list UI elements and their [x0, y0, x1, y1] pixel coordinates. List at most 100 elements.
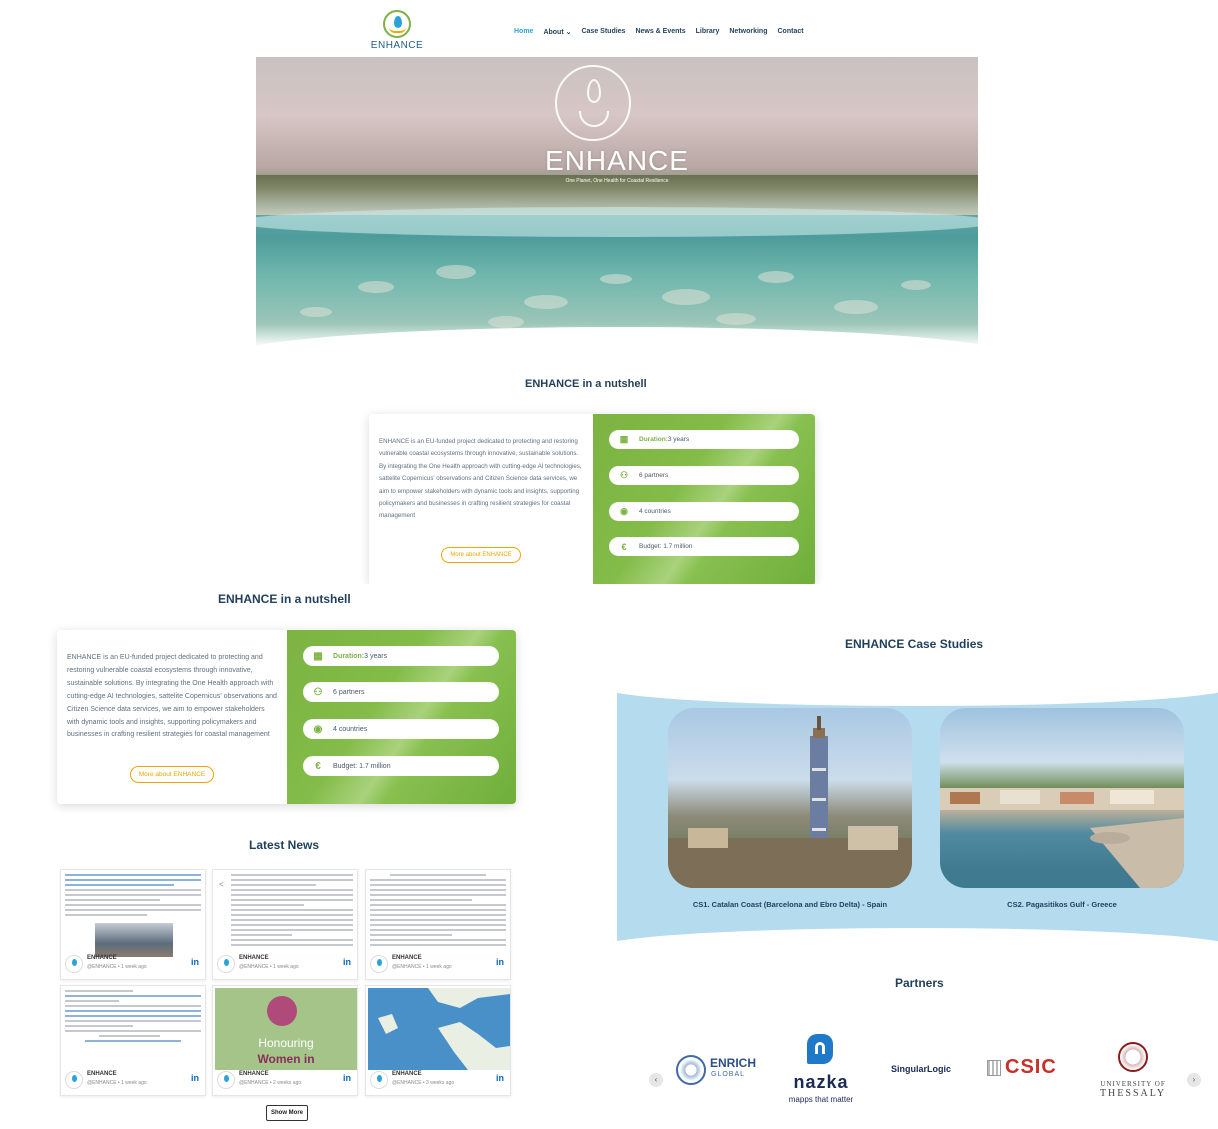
partner-singularlogic-logo[interactable]: SingularLogic — [891, 1064, 951, 1074]
news-card-footer: ENHANCE @ENHANCE • 1 week ago in — [65, 1069, 201, 1091]
more-about-button-zoomed[interactable]: More about ENHANCE — [130, 766, 214, 783]
news-card-3[interactable]: ENHANCE @ENHANCE • 1 week ago in — [365, 869, 511, 980]
nazka-mark-icon — [807, 1034, 833, 1064]
fact-budget-value: Budget: 1.7 million — [639, 543, 693, 550]
main-nav: Home About ⌄ Case Studies News & Events … — [514, 28, 804, 36]
partners-icon: ⚇ — [313, 686, 323, 698]
news-post-text — [65, 990, 201, 1045]
news-meta: @ENHANCE • 1 week ago — [87, 1080, 147, 1086]
linkedin-icon[interactable]: in — [496, 1073, 504, 1083]
nav-home[interactable]: Home — [514, 28, 533, 36]
hero-subtitle: One Planet, One Health for Coastal Resil… — [565, 178, 669, 184]
nav-networking[interactable]: Networking — [729, 28, 767, 36]
nutshell-card-zoomed: ENHANCE is an EU-funded project dedicate… — [57, 630, 516, 804]
fact-countries-value: 4 countries — [639, 508, 671, 515]
fact-duration-value: 3 years — [667, 436, 690, 443]
logo-emblem-icon — [383, 10, 411, 38]
fact-duration-zoomed: ▦ Duration: 3 years — [303, 646, 499, 666]
news-post-text — [231, 874, 353, 949]
nazka-tagline: mapps that matter — [788, 1095, 854, 1104]
map-graphic — [368, 988, 510, 1070]
globe-icon: ◉ — [620, 506, 628, 516]
news-card-5[interactable]: Honouring Women in ENHANCE @ENHANCE • 2 … — [212, 985, 358, 1096]
news-card-6[interactable]: ENHANCE @ENHANCE • 3 weeks ago in — [365, 985, 511, 1096]
enhance-avatar-icon — [370, 1071, 388, 1089]
partners-icon: ⚇ — [619, 470, 629, 480]
nav-contact[interactable]: Contact — [778, 28, 804, 36]
fact-countries: ◉ 4 countries — [609, 502, 799, 521]
nav-news-events[interactable]: News & Events — [635, 28, 685, 36]
nav-about[interactable]: About ⌄ — [543, 28, 571, 36]
linkedin-icon[interactable]: in — [191, 1073, 199, 1083]
news-post-map — [368, 988, 510, 1070]
enhance-avatar-icon — [370, 955, 388, 973]
news-author: ENHANCE — [87, 955, 117, 961]
news-meta: @ENHANCE • 1 week ago — [392, 964, 452, 970]
fact-budget-zoomed: € Budget: 1.7 million — [303, 756, 499, 776]
band-top-wave — [597, 666, 1218, 706]
honouring-subtitle: Women in — [257, 1052, 315, 1066]
enhance-avatar-icon — [65, 955, 83, 973]
partner-nazka-logo[interactable]: nazka mapps that matter — [778, 1034, 868, 1108]
nazka-name: nazka — [793, 1072, 849, 1092]
case-study-pagasitikos-image[interactable] — [940, 708, 1184, 888]
partner-csic-logo[interactable]: CSIC — [985, 1056, 1075, 1086]
csic-name: CSIC — [1005, 1056, 1057, 1078]
case-study-pagasitikos-label[interactable]: CS2. Pagasitikos Gulf - Greece — [940, 900, 1184, 909]
share-icon[interactable]: < — [219, 880, 224, 889]
flask-icon — [267, 996, 297, 1026]
nutshell-description-zoomed: ENHANCE is an EU-funded project dedicate… — [67, 654, 277, 739]
enrich-sub: GLOBAL — [711, 1071, 746, 1078]
linkedin-icon[interactable]: in — [343, 957, 351, 967]
thessaly-line2: THESSALY — [1099, 1088, 1167, 1099]
news-card-footer: ENHANCE @ENHANCE • 1 week ago in — [370, 953, 506, 975]
news-card-1[interactable]: ENHANCE @ENHANCE • 1 week ago in — [60, 869, 206, 980]
nutshell-facts-panel-zoomed: ▦ Duration: 3 years ⚇ 6 partners ◉ 4 cou… — [287, 630, 516, 804]
news-author: ENHANCE — [239, 955, 269, 961]
partners-heading: Partners — [895, 976, 944, 990]
enrich-name: ENRICH — [710, 1056, 757, 1070]
band-bottom-wave — [597, 928, 1218, 968]
news-post-text — [65, 874, 201, 919]
news-author: ENHANCE — [392, 1071, 422, 1077]
more-about-button[interactable]: More about ENHANCE — [441, 547, 521, 563]
euro-icon: € — [621, 541, 627, 552]
news-card-4[interactable]: ENHANCE @ENHANCE • 1 week ago in — [60, 985, 206, 1096]
fact-partners-value: 6 partners — [639, 472, 669, 479]
logo-text: ENHANCE — [370, 40, 424, 51]
fact-countries-zoomed: ◉ 4 countries — [303, 719, 499, 739]
hero-banner: ENHANCE One Planet, One Health for Coast… — [256, 57, 978, 347]
nutshell-card: ENHANCE is an EU-funded project dedicate… — [369, 414, 815, 586]
nutshell-heading: ENHANCE in a nutshell — [525, 378, 647, 390]
nav-library[interactable]: Library — [696, 28, 720, 36]
partner-thessaly-logo[interactable]: UNIVERSITY OF THESSALY — [1090, 1042, 1180, 1102]
news-post-text — [370, 874, 506, 949]
news-meta: @ENHANCE • 2 weeks ago — [239, 1080, 302, 1086]
thessaly-line1: UNIVERSITY OF — [1100, 1080, 1166, 1088]
linkedin-icon[interactable]: in — [191, 957, 199, 967]
nutshell-description: ENHANCE is an EU-funded project dedicate… — [379, 438, 582, 520]
linkedin-icon[interactable]: in — [343, 1073, 351, 1083]
linkedin-icon[interactable]: in — [496, 957, 504, 967]
partners-prev-arrow[interactable]: ‹ — [649, 1073, 663, 1087]
calendar-icon: ▦ — [619, 434, 629, 444]
fact-duration-key: Duration: — [639, 436, 668, 443]
site-logo[interactable]: ENHANCE — [366, 10, 428, 51]
fact-partners-value-zoomed: 6 partners — [333, 688, 365, 696]
news-meta: @ENHANCE • 1 week ago — [87, 964, 147, 970]
nav-case-studies[interactable]: Case Studies — [581, 28, 625, 36]
hero-title: ENHANCE — [545, 145, 689, 176]
csic-emblem-icon — [987, 1060, 1001, 1076]
hero-emblem-icon — [555, 65, 631, 141]
partner-enrich-logo[interactable]: ENRICH GLOBAL — [676, 1053, 766, 1089]
news-card-2[interactable]: < ENHANCE @ENHANCE • 1 week ago in — [212, 869, 358, 980]
news-post-image: Honouring Women in — [215, 988, 357, 1070]
case-studies-heading: ENHANCE Case Studies — [845, 637, 984, 651]
fact-budget: € Budget: 1.7 million — [609, 537, 799, 556]
nutshell-facts-panel: ▦ Duration: 3 years ⚇ 6 partners ◉ 4 cou… — [593, 414, 815, 586]
case-study-barcelona-image[interactable] — [668, 708, 912, 888]
site-header: ENHANCE Home About ⌄ Case Studies News &… — [0, 0, 1218, 58]
show-more-button[interactable]: Show More — [266, 1105, 308, 1121]
case-study-barcelona-label[interactable]: CS1. Catalan Coast (Barcelona and Ebro D… — [664, 900, 916, 909]
partners-next-arrow[interactable]: › — [1187, 1073, 1201, 1087]
